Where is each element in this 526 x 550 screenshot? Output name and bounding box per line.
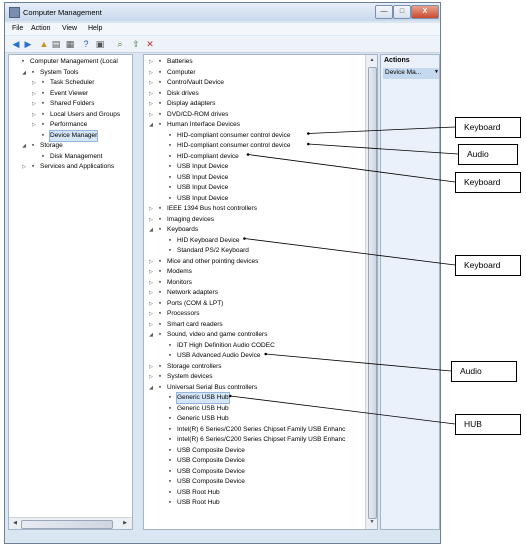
callout-hub: HUB bbox=[455, 414, 521, 435]
callout-line bbox=[265, 353, 452, 372]
callout-line bbox=[308, 126, 456, 134]
callout-dot bbox=[246, 153, 250, 156]
callout-audio: Audio bbox=[458, 144, 518, 165]
callout-keyboard: Keyboard bbox=[455, 172, 521, 193]
callout-audio: Audio bbox=[451, 361, 517, 382]
callout-line bbox=[308, 143, 459, 155]
callout-dot bbox=[307, 142, 310, 146]
callout-keyboard: Keyboard bbox=[455, 255, 521, 276]
callout-dot bbox=[243, 237, 246, 240]
callout-line bbox=[244, 238, 456, 266]
callout-keyboard: Keyboard bbox=[455, 117, 521, 138]
callout-lines bbox=[228, 126, 459, 425]
callout-dot bbox=[264, 352, 268, 356]
callout-line bbox=[230, 395, 456, 425]
callout-dot bbox=[228, 394, 232, 398]
callout-line bbox=[247, 154, 456, 183]
callout-dot bbox=[307, 132, 310, 135]
